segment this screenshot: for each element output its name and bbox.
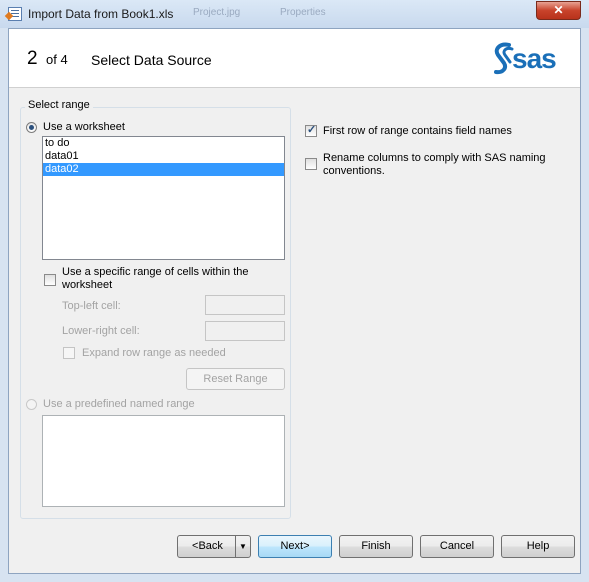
dialog-body: 2 of 4 Select Data Source sas Select ran… <box>8 28 581 574</box>
use-worksheet-radio[interactable] <box>26 122 37 133</box>
expand-row-range-label: Expand row range as needed <box>82 347 226 359</box>
cancel-button[interactable]: Cancel <box>420 535 494 558</box>
help-button[interactable]: Help <box>501 535 575 558</box>
named-range-radio[interactable] <box>26 399 37 410</box>
top-left-cell-input[interactable] <box>205 295 285 315</box>
specific-range-checkbox[interactable] <box>44 274 56 286</box>
worksheet-item-selected[interactable]: data02 <box>43 163 284 176</box>
lower-right-cell-label: Lower-right cell: <box>62 325 140 337</box>
step-of: of 4 <box>46 52 68 67</box>
import-data-icon <box>8 7 22 21</box>
title-bar: Import Data from Book1.xls Project.jpg P… <box>0 0 589 28</box>
worksheet-list[interactable]: to do data01 data02 <box>42 136 285 260</box>
sas-logo: sas <box>490 41 574 77</box>
close-button[interactable]: ✕ <box>536 1 581 20</box>
named-range-list[interactable] <box>42 415 285 507</box>
rename-columns-checkbox[interactable] <box>305 158 317 170</box>
first-row-field-names-checkbox[interactable] <box>305 123 317 137</box>
ghost-tab-properties: Properties <box>280 7 326 18</box>
step-title: Select Data Source <box>91 52 212 68</box>
back-button[interactable]: <Back ▼ <box>177 535 251 558</box>
ghost-tab-project: Project.jpg <box>193 7 241 18</box>
sas-logo-text: sas <box>512 43 557 74</box>
lower-right-cell-input[interactable] <box>205 321 285 341</box>
top-left-cell-label: Top-left cell: <box>62 300 121 312</box>
back-button-label: <Back <box>192 540 223 552</box>
use-worksheet-label: Use a worksheet <box>43 121 125 133</box>
specific-range-label: Use a specific range of cells within the… <box>62 266 249 291</box>
named-range-label: Use a predefined named range <box>43 398 195 410</box>
worksheet-item[interactable]: to do <box>43 137 284 150</box>
window-title: Import Data from Book1.xls <box>28 7 174 21</box>
wizard-header: 2 of 4 Select Data Source sas <box>9 29 580 88</box>
next-button[interactable]: Next> <box>258 535 332 558</box>
rename-columns-label: Rename columns to comply with SAS naming… <box>323 152 546 177</box>
worksheet-item[interactable]: data01 <box>43 150 284 163</box>
step-number: 2 <box>27 48 38 69</box>
finish-button[interactable]: Finish <box>339 535 413 558</box>
reset-range-button[interactable]: Reset Range <box>186 368 285 390</box>
first-row-field-names-label: First row of range contains field names <box>323 125 512 137</box>
expand-row-range-checkbox[interactable] <box>63 347 75 359</box>
select-range-label: Select range <box>25 99 93 111</box>
chevron-down-icon[interactable]: ▼ <box>235 536 250 557</box>
